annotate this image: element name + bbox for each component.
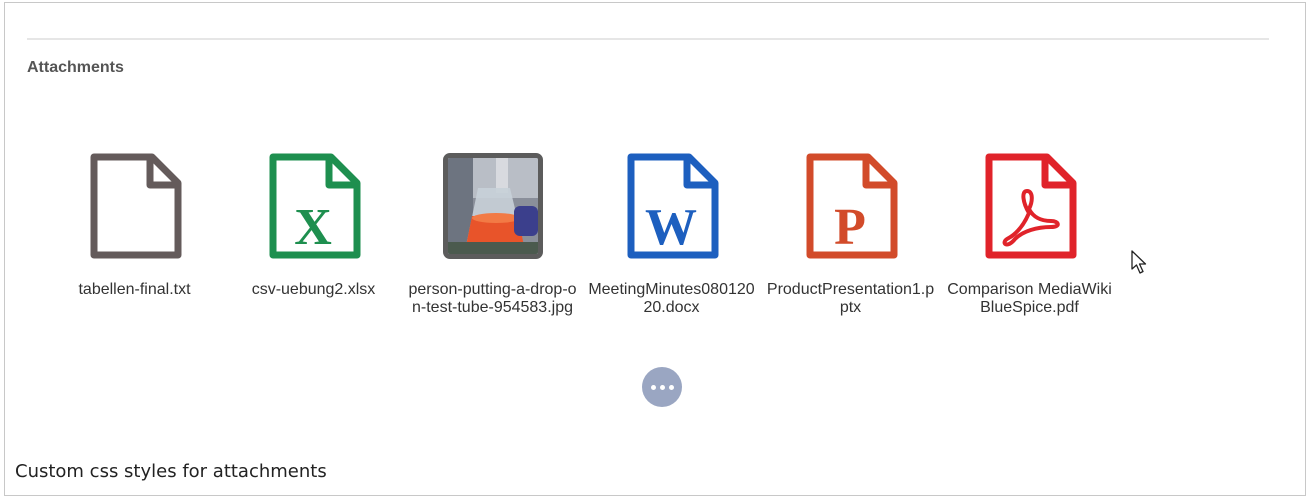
test-tube-photo [447,158,538,254]
txt-file-icon [90,153,181,259]
attachment-name: MeetingMinutes08012020.docx [588,281,755,316]
attachment-name: tabellen-final.txt [78,281,191,298]
more-button[interactable] [642,367,682,407]
pdf-file-icon [985,153,1076,259]
excel-letter: X [294,199,332,256]
attachment-jpg[interactable]: person-putting-a-drop-on-test-tube-95458… [403,151,582,317]
attachment-pdf[interactable]: Comparison MediaWiki BlueSpice.pdf [940,151,1119,317]
caption-bar: Custom css styles for attachments [4,448,1306,496]
attachment-name: ProductPresentation1.pptx [766,281,935,316]
more-dots-icon [659,384,665,390]
figure-caption: Custom css styles for attachments [15,461,327,482]
attachment-xlsx[interactable]: X csv-uebung2.xlsx [224,151,403,317]
attachment-name: Comparison MediaWiki BlueSpice.pdf [947,281,1112,316]
mouse-cursor-icon [1131,250,1147,274]
powerpoint-letter: P [834,199,866,256]
excel-file-icon: X [269,153,360,259]
attachment-name: person-putting-a-drop-on-test-tube-95458… [408,281,577,316]
section-title: Attachments [27,59,124,76]
more-dots-icon [650,384,656,390]
attachment-name: csv-uebung2.xlsx [251,281,376,298]
attachments-panel: Attachments tabellen-final.txt X csv-ueb… [4,2,1306,496]
attachment-docx[interactable]: W MeetingMinutes08012020.docx [582,151,761,317]
word-file-icon: W [627,153,718,259]
attachment-list: tabellen-final.txt X csv-uebung2.xlsx pe… [45,151,1119,317]
attachment-pptx[interactable]: P ProductPresentation1.pptx [761,151,940,317]
divider [27,38,1269,40]
word-letter: W [645,199,697,256]
attachment-txt[interactable]: tabellen-final.txt [45,151,224,317]
more-dots-icon [668,384,674,390]
powerpoint-file-icon: P [806,153,897,259]
image-thumbnail [442,153,543,259]
